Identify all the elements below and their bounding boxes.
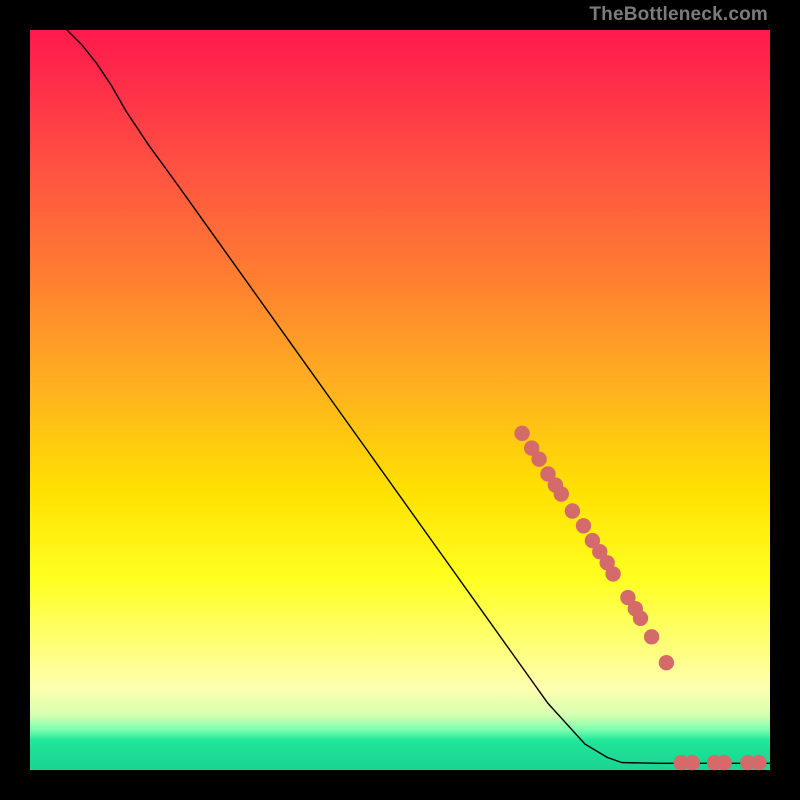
watermark-text: TheBottleneck.com [589,4,768,26]
chart-root: TheBottleneck.com [0,0,800,800]
plot-background [30,30,770,770]
